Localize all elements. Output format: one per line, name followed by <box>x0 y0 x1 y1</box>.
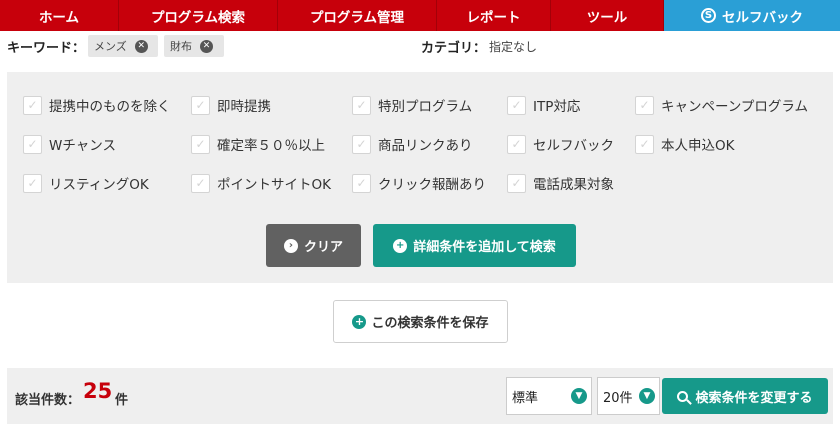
chevron-down-icon: ▼ <box>571 388 587 404</box>
filter-label: ポイントサイトOK <box>217 177 331 193</box>
nav-program-manage[interactable]: プログラム管理 <box>278 0 437 31</box>
checkbox-icon: ✓ <box>352 95 371 115</box>
filter-label: クリック報酬あり <box>378 177 486 193</box>
plus-circle-icon: + <box>352 314 367 329</box>
change-search-button[interactable]: 検索条件を変更する <box>662 378 828 414</box>
filter-label: ITP対応 <box>533 99 581 115</box>
checkbox-icon: ✓ <box>191 95 210 115</box>
checkbox-icon: ✓ <box>352 173 371 193</box>
top-nav: ホーム プログラム検索 プログラム管理 レポート ツール S セルフバック <box>0 0 840 31</box>
keyword-tag: 財布 ✕ <box>164 35 224 57</box>
filter-checkbox[interactable]: ✓ 本人申込OK <box>635 134 734 154</box>
filter-label: リスティングOK <box>49 177 149 193</box>
filter-label: 即時提携 <box>217 99 271 115</box>
nav-selfback[interactable]: S セルフバック <box>664 0 840 31</box>
remove-tag-icon[interactable]: ✕ <box>134 39 148 53</box>
filter-checkbox[interactable]: ✓ ITP対応 <box>507 95 580 115</box>
detail-search-button[interactable]: + 詳細条件を追加して検索 <box>373 224 576 267</box>
nav-tools[interactable]: ツール <box>551 0 664 31</box>
filter-label: 確定率５０％以上 <box>217 138 325 154</box>
filter-checkbox[interactable]: ✓ セルフバック <box>507 134 614 154</box>
nav-home[interactable]: ホーム <box>0 0 119 31</box>
nav-program-search[interactable]: プログラム検索 <box>119 0 278 31</box>
filter-checkbox[interactable]: ✓ クリック報酬あり <box>352 173 486 193</box>
category-value: 指定なし <box>489 40 538 54</box>
checkbox-icon: ✓ <box>191 173 210 193</box>
keyword-label: キーワード： <box>7 41 86 56</box>
result-count-unit: 件 <box>115 393 129 408</box>
filter-label: セルフバック <box>533 138 614 154</box>
result-count: 25 <box>83 379 113 403</box>
per-page-select[interactable]: 20件 ▼ <box>597 377 660 415</box>
filter-label: 提携中のものを除く <box>49 99 171 115</box>
detail-search-label: 詳細条件を追加して検索 <box>413 240 556 255</box>
filter-checkbox[interactable]: ✓ ポイントサイトOK <box>191 173 331 193</box>
filter-label: 電話成果対象 <box>533 177 614 193</box>
category-label: カテゴリ： <box>421 41 487 56</box>
keyword-tag-text: メンズ <box>94 40 127 53</box>
checkbox-icon: ✓ <box>507 95 526 115</box>
results-bar: 該当件数： 25 件 標準 ▼ 20件 ▼ 検索条件を変更する <box>7 368 833 424</box>
filter-checkbox[interactable]: ✓ 商品リンクあり <box>352 134 473 154</box>
nav-report[interactable]: レポート <box>437 0 551 31</box>
filter-checkbox[interactable]: ✓ 提携中のものを除く <box>23 95 171 115</box>
search-icon <box>677 390 689 402</box>
save-search-button[interactable]: + この検索条件を保存 <box>333 300 508 343</box>
filter-checkbox[interactable]: ✓ リスティングOK <box>23 173 149 193</box>
filter-label: Wチャンス <box>49 138 116 154</box>
checkbox-icon: ✓ <box>635 134 654 154</box>
filter-label: 商品リンクあり <box>378 138 473 154</box>
clear-button-label: クリア <box>303 240 343 255</box>
filter-panel: ✓ 提携中のものを除く ✓ 即時提携 ✓ 特別プログラム ✓ ITP対応 ✓ キャンペーン… <box>7 72 833 283</box>
chevron-right-icon: › <box>283 238 298 253</box>
filter-label: 特別プログラム <box>378 99 473 115</box>
keyword-tag-text: 財布 <box>170 40 192 53</box>
selfback-icon: S <box>701 8 716 23</box>
sort-select-value: 標準 <box>512 390 539 406</box>
clear-button[interactable]: › クリア <box>266 224 361 267</box>
filter-checkbox[interactable]: ✓ 確定率５０％以上 <box>191 134 325 154</box>
checkbox-icon: ✓ <box>23 134 42 154</box>
filter-checkbox[interactable]: ✓ 電話成果対象 <box>507 173 614 193</box>
checkbox-icon: ✓ <box>191 134 210 154</box>
filter-label: 本人申込OK <box>661 138 735 154</box>
checkbox-icon: ✓ <box>507 134 526 154</box>
filter-checkbox[interactable]: ✓ 特別プログラム <box>352 95 472 115</box>
checkbox-icon: ✓ <box>352 134 371 154</box>
checkbox-icon: ✓ <box>23 173 42 193</box>
filter-checkbox[interactable]: ✓ Wチャンス <box>23 134 116 154</box>
checkbox-icon: ✓ <box>635 95 654 115</box>
save-search-label: この検索条件を保存 <box>371 316 489 331</box>
filter-label: キャンペーンプログラム <box>661 99 809 115</box>
per-page-select-value: 20件 <box>603 390 633 406</box>
checkbox-icon: ✓ <box>507 173 526 193</box>
chevron-down-icon: ▼ <box>639 388 655 404</box>
result-count-label: 該当件数： <box>15 393 81 408</box>
filter-checkbox[interactable]: ✓ 即時提携 <box>191 95 271 115</box>
plus-circle-icon: + <box>393 238 408 253</box>
nav-selfback-label: セルフバック <box>722 9 803 26</box>
keyword-tag: メンズ ✕ <box>88 35 158 57</box>
filter-checkbox[interactable]: ✓ キャンペーンプログラム <box>635 95 808 115</box>
change-search-label: 検索条件を変更する <box>695 390 813 406</box>
sort-select[interactable]: 標準 ▼ <box>506 377 592 415</box>
remove-tag-icon[interactable]: ✕ <box>200 39 213 53</box>
checkbox-icon: ✓ <box>23 95 42 115</box>
